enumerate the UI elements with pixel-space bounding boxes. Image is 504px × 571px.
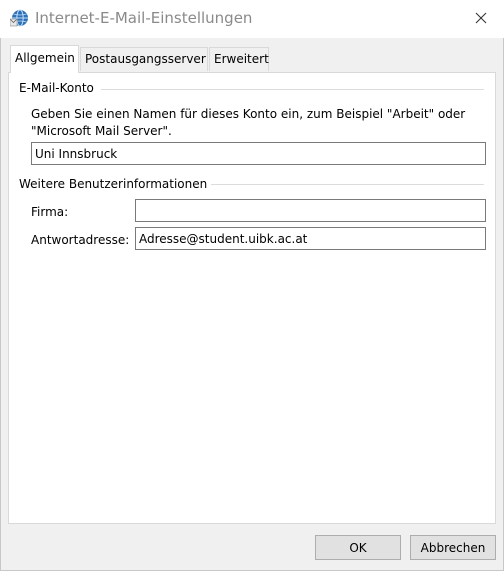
group-label-user-info: Weitere Benutzerinformationen xyxy=(19,177,212,191)
group-label-email-account: E-Mail-Konto xyxy=(19,81,98,95)
window-title: Internet-E-Mail-Einstellungen xyxy=(35,9,253,27)
company-input[interactable] xyxy=(135,199,486,222)
title-bar: Internet-E-Mail-Einstellungen xyxy=(0,0,504,38)
group-divider xyxy=(203,184,484,185)
reply-address-label: Antwortadresse: xyxy=(31,233,130,247)
close-icon xyxy=(475,12,487,27)
account-name-input[interactable] xyxy=(31,142,486,165)
tab-allgemein[interactable]: Allgemein xyxy=(10,45,79,73)
company-label: Firma: xyxy=(31,205,69,219)
account-name-description: Geben Sie einen Namen für dieses Konto e… xyxy=(31,107,466,138)
ok-button[interactable]: OK xyxy=(315,535,401,560)
outlook-globe-icon xyxy=(9,8,30,28)
cancel-button[interactable]: Abbrechen xyxy=(410,535,496,560)
tab-erweitert[interactable]: Erweitert xyxy=(209,47,269,71)
tab-postausgangsserver[interactable]: Postausgangsserver xyxy=(80,47,208,71)
reply-address-input[interactable] xyxy=(135,227,486,250)
close-button[interactable] xyxy=(458,0,504,38)
group-divider xyxy=(101,89,484,90)
tab-panel-allgemein: E-Mail-Konto Geben Sie einen Namen für d… xyxy=(8,72,496,524)
